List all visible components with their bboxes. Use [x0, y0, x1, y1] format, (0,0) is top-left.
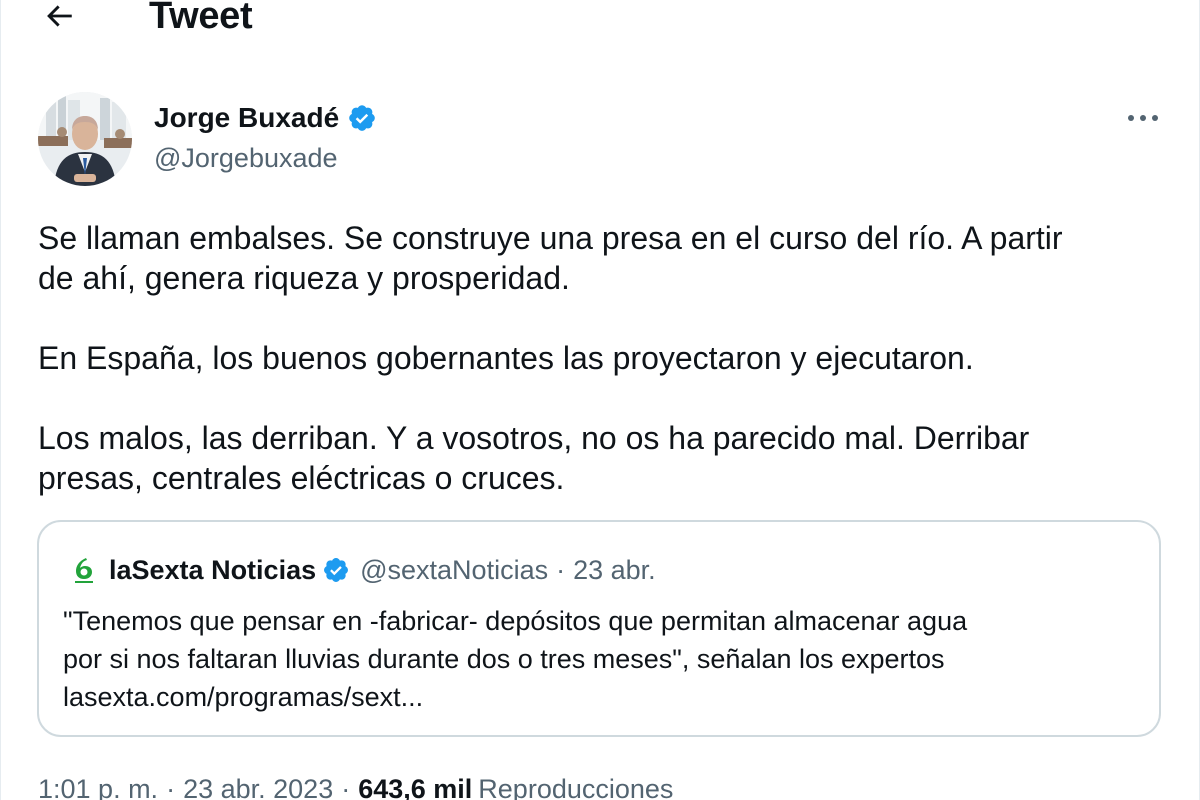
- separator-dot: ·: [556, 554, 566, 585]
- tweet-meta: 1:01 p. m. · 23 abr. 2023 · 643,6 mil Reprodu…: [38, 772, 673, 800]
- quoted-tweet-date: 23 abr.: [573, 554, 656, 585]
- tweet-text: Se llaman embalses. Se construye una pre…: [38, 218, 1158, 538]
- tweet-paragraph: En España, los buenos gobernantes las pr…: [38, 340, 974, 376]
- more-horizontal-icon: [1128, 115, 1158, 121]
- author-name[interactable]: Jorge Buxadé: [154, 102, 339, 134]
- quoted-tweet[interactable]: laSexta Noticias @sextaNoticias · 23 abr…: [37, 520, 1161, 737]
- quoted-author-name: laSexta Noticias: [109, 554, 317, 585]
- quoted-tweet-text: "Tenemos que pensar en -fabricar- depósi…: [63, 602, 1143, 716]
- quoted-author-handle: @sextaNoticias: [360, 554, 549, 585]
- tweet-date[interactable]: 23 abr. 2023: [183, 774, 333, 800]
- avatar-photo: [38, 92, 132, 186]
- quoted-tweet-header: laSexta Noticias @sextaNoticias · 23 abr…: [69, 552, 656, 588]
- tweet-paragraph: Los malos, las derriban. Y a vosotros, n…: [38, 420, 1030, 496]
- tweet-time[interactable]: 1:01 p. m.: [38, 774, 158, 800]
- back-button[interactable]: [37, 0, 81, 38]
- more-options-button[interactable]: [1119, 102, 1167, 134]
- verified-badge-icon: [324, 558, 349, 582]
- arrow-left-icon: [47, 5, 72, 27]
- page-title: Tweet: [149, 0, 253, 37]
- page-header: Tweet: [1, 0, 1199, 40]
- views-label: Reproducciones: [478, 774, 674, 800]
- tweet-detail-page: Tweet Jorge Buxadé @Jorgebuxade Se llama…: [0, 0, 1200, 800]
- author-handle[interactable]: @Jorgebuxade: [154, 143, 338, 174]
- quoted-text-link[interactable]: lasexta.com/programas/sext...: [63, 678, 1143, 716]
- lasexta-logo-icon: [75, 558, 93, 583]
- tweet-paragraph: Se llaman embalses. Se construye una pre…: [38, 220, 1063, 296]
- quoted-text-line: por si nos faltaran lluvias durante dos …: [63, 644, 945, 674]
- quoted-text-line: "Tenemos que pensar en -fabricar- depósi…: [63, 606, 968, 636]
- views-count: 643,6 mil: [358, 774, 473, 800]
- separator-dot: ·: [166, 774, 176, 800]
- verified-badge-icon[interactable]: [347, 103, 377, 133]
- separator-dot: ·: [341, 774, 351, 800]
- author-avatar[interactable]: [38, 92, 132, 186]
- author-name-row: Jorge Buxadé: [154, 100, 377, 136]
